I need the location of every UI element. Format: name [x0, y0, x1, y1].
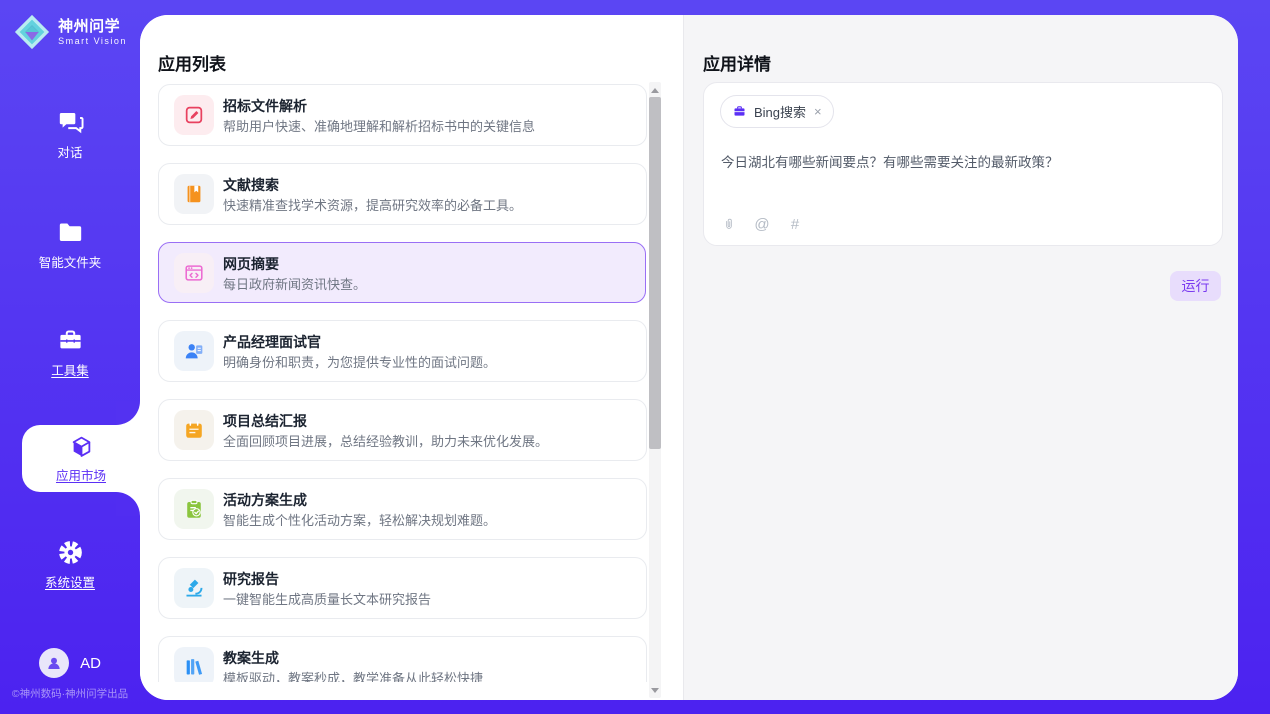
app-card[interactable]: 招标文件解析 帮助用户快速、准确地理解和解析招标书中的关键信息 [158, 84, 647, 146]
close-icon[interactable]: × [814, 105, 822, 118]
tab-curve-top [116, 401, 140, 425]
book-icon [174, 174, 214, 214]
app-card-title: 项目总结汇报 [223, 411, 307, 431]
attachment-icon[interactable] [721, 216, 737, 232]
app-card-desc: 全面回顾项目进展，总结经验教训，助力未来优化发展。 [223, 431, 548, 450]
app-card-title: 活动方案生成 [223, 490, 307, 510]
app-card-title: 教案生成 [223, 648, 279, 668]
list-scrollbar[interactable] [649, 82, 661, 698]
logo-diamond-icon [13, 13, 51, 51]
app-detail-title: 应用详情 [703, 50, 771, 75]
sidebar-item-market[interactable]: 应用市场 [22, 425, 140, 492]
app-card[interactable]: 活动方案生成 智能生成个性化活动方案，轻松解决规划难题。 [158, 478, 647, 540]
briefcase-icon [732, 104, 747, 119]
app-card-desc: 明确身份和职责，为您提供专业性的面试问题。 [223, 352, 496, 371]
app-card-desc: 智能生成个性化活动方案，轻松解决规划难题。 [223, 510, 496, 529]
content-area: 应用列表 招标文件解析 帮助用户快速、准确地理解和解析招标书中的关键信息 文献搜… [140, 15, 1238, 700]
person-icon [39, 648, 69, 678]
app-card-desc: 一键智能生成高质量长文本研究报告 [223, 589, 431, 608]
scrollbar-thumb[interactable] [649, 97, 661, 449]
app-card-desc: 帮助用户快速、准确地理解和解析招标书中的关键信息 [223, 116, 535, 135]
user-account[interactable]: AD [0, 648, 140, 678]
input-toolbar: @ # [721, 216, 803, 232]
run-button[interactable]: 运行 [1170, 271, 1221, 301]
sidebar-item-settings[interactable]: 系统设置 [0, 539, 140, 591]
app-list-title: 应用列表 [158, 50, 226, 75]
app-card-title: 网页摘要 [223, 254, 279, 274]
sidebar-item-label: 智能文件夹 [39, 252, 102, 271]
user-name: AD [80, 655, 101, 672]
app-card[interactable]: 文献搜索 快速精准查找学术资源，提高研究效率的必备工具。 [158, 163, 647, 225]
sidebar-item-label: 对话 [57, 142, 82, 161]
app-card-title: 招标文件解析 [223, 96, 307, 116]
app-card[interactable]: 教案生成 模板驱动，教案秒成，教学准备从此轻松快捷 [158, 636, 647, 682]
sidebar-item-tools[interactable]: 工具集 [0, 327, 140, 379]
app-list-panel: 应用列表 招标文件解析 帮助用户快速、准确地理解和解析招标书中的关键信息 文献搜… [140, 15, 683, 700]
sidebar-item-label: 应用市场 [56, 465, 106, 484]
query-text[interactable]: 今日湖北有哪些新闻要点？有哪些需要关注的最新政策？ [721, 151, 1201, 171]
app-title: 神州问学 [58, 18, 127, 35]
app-card-desc: 快速精准查找学术资源，提高研究效率的必备工具。 [223, 195, 522, 214]
app-card[interactable]: 研究报告 一键智能生成高质量长文本研究报告 [158, 557, 647, 619]
app-card-list: 招标文件解析 帮助用户快速、准确地理解和解析招标书中的关键信息 文献搜索 快速精… [158, 84, 647, 682]
gear-icon [57, 539, 84, 566]
toolbox-icon [57, 327, 84, 354]
app-card-title: 研究报告 [223, 569, 279, 589]
sidebar-item-label: 系统设置 [45, 572, 95, 591]
chat-icon [57, 109, 84, 136]
query-input-card[interactable]: Bing搜索 × 今日湖北有哪些新闻要点？有哪些需要关注的最新政策？ @ # [703, 82, 1223, 246]
hash-icon[interactable]: # [787, 216, 803, 232]
scroll-up-icon[interactable] [649, 84, 661, 96]
app-card[interactable]: 项目总结汇报 全面回顾项目进展，总结经验教训，助力未来优化发展。 [158, 399, 647, 461]
tab-curve-bottom [116, 492, 140, 516]
app-card[interactable]: 网页摘要 每日政府新闻资讯快查。 [158, 242, 646, 303]
edit-doc-icon [174, 95, 214, 135]
app-logo: 神州问学 Smart Vision [0, 13, 140, 51]
scroll-down-icon[interactable] [649, 684, 661, 696]
microscope-icon [174, 568, 214, 608]
app-card-title: 文献搜索 [223, 175, 279, 195]
app-detail-panel: 应用详情 Bing搜索 × 今日湖北有哪些新闻要点？有哪些需要关注的最新政策？ … [683, 15, 1238, 700]
calendar-icon [174, 410, 214, 450]
tool-tag-label: Bing搜索 [754, 102, 806, 121]
app-card[interactable]: 产品经理面试官 明确身份和职责，为您提供专业性的面试问题。 [158, 320, 647, 382]
cube-icon [68, 434, 95, 461]
folder-icon [57, 219, 84, 246]
sidebar-item-folders[interactable]: 智能文件夹 [0, 219, 140, 271]
interview-icon [174, 331, 214, 371]
sidebar: 神州问学 Smart Vision 对话 智能文件夹 工具集 应用市场 系统设置… [0, 0, 140, 714]
mention-icon[interactable]: @ [754, 216, 770, 232]
app-subtitle: Smart Vision [58, 36, 127, 46]
tool-tag-bing[interactable]: Bing搜索 × [720, 95, 834, 128]
clipboard-check-icon [174, 489, 214, 529]
app-card-desc: 模板驱动，教案秒成，教学准备从此轻松快捷 [223, 668, 483, 682]
sidebar-item-chat[interactable]: 对话 [0, 109, 140, 161]
sidebar-item-label: 工具集 [51, 360, 89, 379]
copyright-footer: ©神州数码·神州问学出品 [0, 686, 140, 701]
browser-code-icon [174, 253, 214, 293]
app-card-title: 产品经理面试官 [223, 332, 321, 352]
app-card-desc: 每日政府新闻资讯快查。 [223, 274, 366, 293]
books-icon [174, 647, 214, 682]
